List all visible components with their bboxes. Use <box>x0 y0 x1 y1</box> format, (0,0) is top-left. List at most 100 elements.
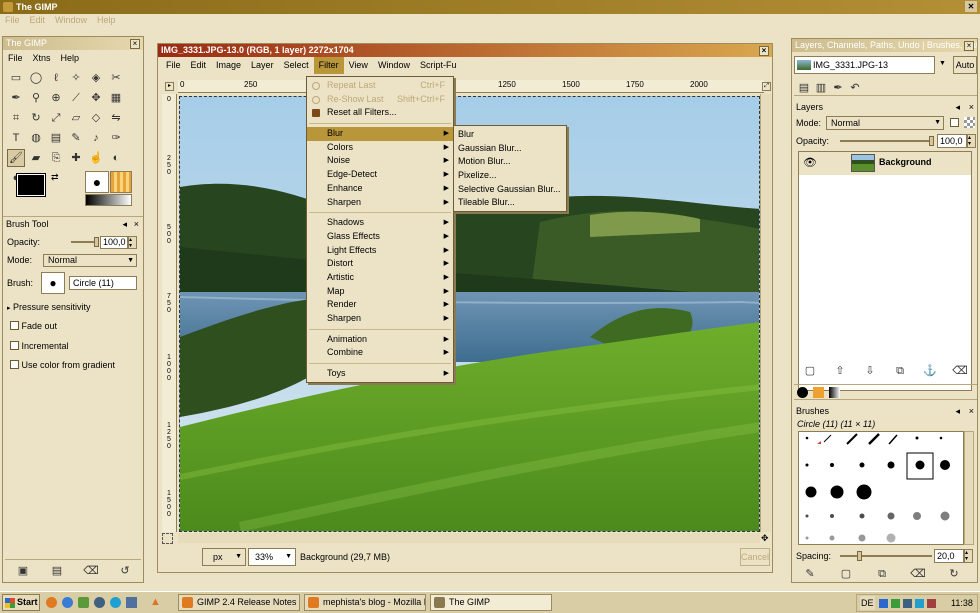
tray-icon[interactable] <box>903 599 912 608</box>
brush-name-field[interactable]: Circle (11) <box>69 276 137 290</box>
blur-menu-item[interactable]: Tileable Blur... <box>454 196 566 210</box>
quicklaunch-firefox-icon[interactable] <box>46 597 57 608</box>
tab-paths-icon[interactable]: ✒ <box>829 79 847 97</box>
anchor-layer-icon[interactable]: ⚓ <box>921 362 939 380</box>
move-tool-icon[interactable]: ✥ <box>87 89 105 107</box>
layer-row[interactable]: 👁 Background <box>799 152 971 175</box>
layer-mode-select[interactable]: Normal ▼ <box>826 116 944 130</box>
blur-menu-item[interactable]: Selective Gaussian Blur... <box>454 183 566 197</box>
filter-menu-item[interactable]: Map ▶ <box>307 285 453 299</box>
quicklaunch-desktop-icon[interactable] <box>126 597 137 608</box>
delete-brush-icon[interactable]: ⌫ <box>909 565 927 583</box>
tray-icon[interactable] <box>879 599 888 608</box>
tray-icon[interactable] <box>927 599 936 608</box>
fuzzy-select-tool-icon[interactable]: ✧ <box>67 69 85 87</box>
perspective-tool-icon[interactable]: ◇ <box>87 109 105 127</box>
quicklaunch-media-icon[interactable] <box>94 597 105 608</box>
filter-menu-item[interactable]: Artistic ▶ <box>307 271 453 285</box>
task-gimp-release-notes[interactable]: GIMP 2.4 Release Notes ... <box>178 594 300 611</box>
quick-mask-icon[interactable] <box>162 533 173 544</box>
reset-options-icon[interactable]: ↺ <box>116 562 134 580</box>
duplicate-brush-icon[interactable]: ⧉ <box>873 565 891 583</box>
spacing-slider[interactable] <box>840 551 932 561</box>
gradient-checkbox[interactable] <box>10 360 19 369</box>
opacity-spin-icon[interactable]: ▴ ▾ <box>128 236 137 249</box>
save-options-icon[interactable]: ▣ <box>14 562 32 580</box>
horizontal-ruler[interactable]: 0 250 500 750 1000 1250 1500 1750 2000 <box>178 80 764 93</box>
paintbrush-tool-icon[interactable]: 🖌 <box>7 149 25 167</box>
clone-tool-icon[interactable]: ⎘ <box>47 149 65 167</box>
filter-menu-item[interactable]: Light Effects ▶ <box>307 244 453 258</box>
toolbox-close-icon[interactable]: × <box>130 39 140 49</box>
gradient-color-option[interactable]: Use color from gradient <box>10 359 115 371</box>
tab-patterns-icon[interactable] <box>813 387 824 398</box>
tray-icon[interactable] <box>915 599 924 608</box>
tray-icon[interactable] <box>891 599 900 608</box>
quicklaunch-browser-icon[interactable] <box>62 597 73 608</box>
flip-tool-icon[interactable]: ⇋ <box>107 109 125 127</box>
tab-undo-icon[interactable]: ↶ <box>846 79 864 97</box>
app-menu-file[interactable]: File <box>0 14 25 27</box>
paths-tool-icon[interactable]: ✒ <box>7 89 25 107</box>
filter-menu-item[interactable]: Sharpen ▶ <box>307 196 453 210</box>
brushes-scrollbar[interactable] <box>964 431 974 545</box>
image-menu-select[interactable]: Select <box>279 57 314 74</box>
auto-button[interactable]: Auto <box>953 56 977 74</box>
tab-menu-icon[interactable]: ◂ <box>122 217 127 231</box>
foreground-color-swatch[interactable] <box>16 173 46 197</box>
vertical-scrollbar[interactable] <box>760 94 771 532</box>
blur-menu-item[interactable]: Gaussian Blur... <box>454 142 566 156</box>
opacity-slider-thumb[interactable] <box>94 237 99 247</box>
free-select-tool-icon[interactable]: ℓ <box>47 69 65 87</box>
pencil-tool-icon[interactable]: ✎ <box>67 129 85 147</box>
task-mephista-blog[interactable]: mephista's blog - Mozilla F... <box>304 594 426 611</box>
fade-out-option[interactable]: Fade out <box>10 320 57 332</box>
ellipse-select-tool-icon[interactable]: ◯ <box>27 69 45 87</box>
tab-gradients-icon[interactable] <box>829 387 840 398</box>
toolbox-menu-help[interactable]: Help <box>56 50 85 66</box>
image-close-icon[interactable]: × <box>759 46 769 56</box>
unit-select[interactable]: px ▼ <box>202 548 246 566</box>
delete-layer-icon[interactable]: ⌫ <box>951 362 969 380</box>
zoom-fit-icon[interactable]: ✥ <box>761 533 769 544</box>
filter-menu-item[interactable]: Sharpen ▶ <box>307 312 453 326</box>
filter-menu-item[interactable]: Shadows ▶ <box>307 216 453 230</box>
image-menu-layer[interactable]: Layer <box>246 57 279 74</box>
horizontal-scrollbar[interactable] <box>178 533 760 543</box>
filter-menu-item[interactable]: Distort ▶ <box>307 257 453 271</box>
new-brush-icon[interactable]: ▢ <box>837 565 855 583</box>
spacing-slider-thumb[interactable] <box>857 551 863 561</box>
image-menu-window[interactable]: Window <box>373 57 415 74</box>
gradient-preview[interactable] <box>85 194 132 206</box>
layer-opacity-spin-icon[interactable]: ▴ ▾ <box>967 134 976 148</box>
ink-tool-icon[interactable]: ✑ <box>107 129 125 147</box>
filter-menu-item[interactable]: Colors ▶ <box>307 141 453 155</box>
incremental-option[interactable]: Incremental <box>10 340 69 352</box>
mode-select[interactable]: Normal ▼ <box>43 254 137 267</box>
pattern-preview[interactable] <box>110 171 132 193</box>
filter-menu-item[interactable]: Enhance ▶ <box>307 182 453 196</box>
image-menu-filter[interactable]: Filter <box>313 57 344 74</box>
edit-brush-icon[interactable]: ✎ <box>801 565 819 583</box>
tab-menu-icon[interactable]: ◂ <box>955 405 960 417</box>
filter-menu-item[interactable]: Edge-Detect ▶ <box>307 168 453 182</box>
image-menu-script-fu[interactable]: Script-Fu <box>415 57 462 74</box>
toolbox-menu-file[interactable]: File <box>3 50 28 66</box>
opacity-slider[interactable] <box>71 237 99 247</box>
blur-menu-item[interactable]: Blur <box>454 128 566 142</box>
tab-brushes-icon[interactable] <box>797 387 808 398</box>
filter-menu-item[interactable]: Glass Effects ▶ <box>307 230 453 244</box>
toolbox-menu-xtns[interactable]: Xtns <box>28 50 56 66</box>
app-menu-window[interactable]: Window <box>50 14 92 27</box>
brush-preview[interactable]: ● <box>85 171 109 193</box>
blur-menu-item[interactable]: Pixelize... <box>454 169 566 183</box>
navigate-icon[interactable]: ⤢ <box>762 82 771 91</box>
airbrush-tool-icon[interactable]: ♪ <box>87 129 105 147</box>
zoom-select[interactable]: 33% ▼ <box>248 548 296 566</box>
scissors-tool-icon[interactable]: ✂ <box>107 69 125 87</box>
app-menu-edit[interactable]: Edit <box>25 14 51 27</box>
filter-menu-item[interactable]: Reset all Filters... <box>307 106 453 120</box>
app-menu-help[interactable]: Help <box>92 14 121 27</box>
measure-tool-icon[interactable]: ⟋ <box>67 89 85 107</box>
opacity-value-field[interactable]: 100,0 <box>100 236 128 249</box>
